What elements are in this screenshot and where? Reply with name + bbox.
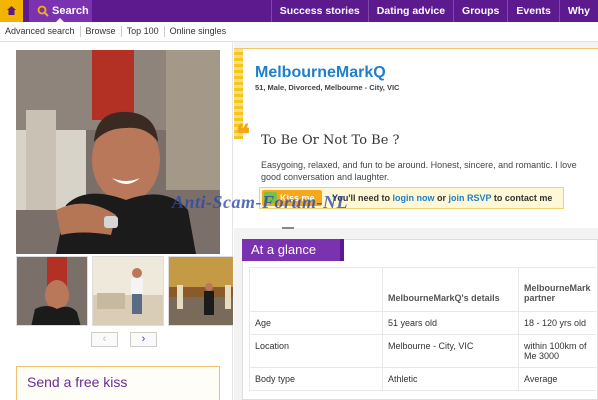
send-kiss-title[interactable]: Send a free kiss: [27, 374, 127, 390]
profile-column: MelbourneMarkQ 51, Male, Divorced, Melbo…: [234, 42, 598, 400]
glance-table: MelbourneMarkQ's details MelbourneMark p…: [249, 267, 598, 391]
profile-photo-image: [16, 50, 220, 254]
profile-about: Easygoing, relaxed, and fun to be around…: [261, 160, 577, 182]
row-label-location: Location: [249, 334, 383, 368]
details-age: 51 years old: [382, 311, 519, 335]
watermark-text: Anti-Scam-Forum-NL: [172, 192, 349, 212]
profile-username: MelbourneMarkQ: [255, 64, 386, 81]
subnav-top-100[interactable]: Top 100: [122, 26, 165, 37]
partner-age: 18 - 120 yrs old: [518, 311, 598, 335]
row-label-age: Age: [249, 311, 383, 335]
login-link[interactable]: login now: [393, 193, 435, 203]
nav-success-stories[interactable]: Success stories: [270, 0, 368, 22]
sub-nav: Advanced search Browse Top 100 Online si…: [0, 22, 598, 42]
main-nav: Success stories Dating advice Groups Eve…: [270, 0, 598, 22]
photo-column: ‹ › Send a free kiss: [0, 42, 233, 400]
table-header-row: MelbourneMarkQ's details MelbourneMark p…: [249, 267, 598, 312]
contact-or: or: [437, 193, 447, 203]
nav-groups[interactable]: Groups: [453, 0, 507, 22]
at-a-glance-panel: At a glance MelbourneMarkQ's details Mel…: [242, 239, 598, 400]
nav-events[interactable]: Events: [507, 0, 558, 22]
table-header-details: MelbourneMarkQ's details: [382, 267, 519, 312]
search-tab[interactable]: Search: [29, 0, 92, 23]
search-tab-label: Search: [52, 5, 89, 17]
nav-why[interactable]: Why: [558, 0, 598, 22]
home-icon: [7, 6, 16, 15]
at-a-glance-tab[interactable]: At a glance: [242, 239, 344, 261]
table-row: Location Melbourne - City, VIC within 10…: [249, 334, 598, 368]
contact-suffix: to contact me: [493, 193, 553, 203]
divider: [282, 227, 294, 229]
table-header-partner: MelbourneMark partner: [518, 267, 598, 312]
partner-location: within 100km of Me 3000: [518, 334, 598, 368]
subnav-advanced-search[interactable]: Advanced search: [0, 26, 81, 37]
main-profile-photo[interactable]: [16, 50, 220, 254]
table-row: Body type Athletic Average: [249, 367, 598, 391]
home-tab[interactable]: [0, 0, 23, 22]
send-kiss-panel: Send a free kiss: [16, 366, 220, 400]
profile-headline: To Be Or Not To Be ?: [261, 133, 400, 148]
thumbnail-photo[interactable]: [168, 256, 233, 326]
photo-thumbnails: [16, 256, 233, 326]
search-icon: [37, 5, 49, 17]
details-body-type: Athletic: [382, 367, 519, 391]
partner-body-type: Average: [518, 367, 598, 391]
contact-message: You'll need to login now or join RSVP to…: [332, 193, 552, 203]
profile-summary: 51, Male, Divorced, Melbourne - City, VI…: [255, 83, 400, 92]
table-header-empty: [249, 267, 383, 312]
subnav-browse[interactable]: Browse: [81, 26, 122, 37]
thumbnail-prev-button[interactable]: ‹: [91, 332, 118, 347]
top-nav-bar: Search Success stories Dating advice Gro…: [0, 0, 598, 23]
subnav-online-singles[interactable]: Online singles: [165, 26, 232, 37]
thumbnail-photo[interactable]: [92, 256, 164, 326]
join-link[interactable]: join RSVP: [449, 193, 492, 203]
table-row: Age 51 years old 18 - 120 yrs old: [249, 311, 598, 335]
thumbnail-photo[interactable]: [16, 256, 88, 326]
quote-icon: ❝: [236, 120, 250, 150]
row-label-body-type: Body type: [249, 367, 383, 391]
nav-dating-advice[interactable]: Dating advice: [367, 0, 453, 22]
details-location-link[interactable]: Melbourne - City, VIC: [382, 334, 519, 368]
thumbnail-next-button[interactable]: ›: [130, 332, 157, 347]
